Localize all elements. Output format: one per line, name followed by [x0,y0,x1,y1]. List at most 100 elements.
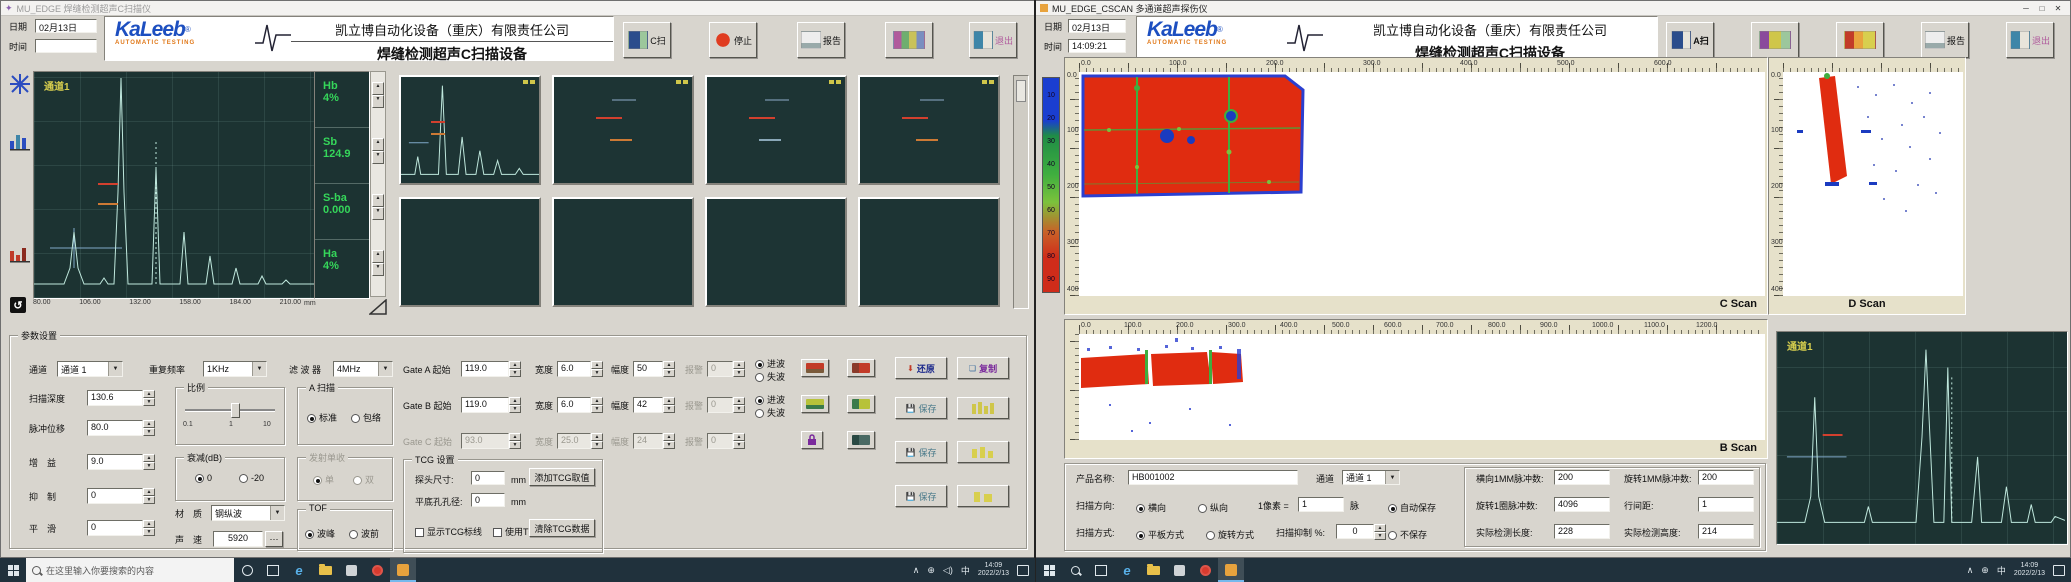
gate-a-amp-field[interactable]: 50 [633,361,663,377]
gate-b-start-field[interactable]: 119.0 [461,397,509,413]
tcg-clear-button[interactable]: 清除TCG数据 [529,519,595,537]
gate-b-width-field[interactable]: 6.0 [557,397,591,413]
gate-a-start-spinner[interactable]: ▲▼ [509,361,521,377]
mode-flat-radio[interactable]: 平板方式 [1136,528,1184,541]
angle-ruler-icon[interactable] [369,299,387,315]
taskbar-app-red[interactable] [1192,558,1218,582]
gate-b-enter-radio[interactable]: 进波 [755,393,785,406]
tof-front-radio[interactable]: 波前 [349,527,379,540]
ascan-standard-radio[interactable]: 标准 [307,411,337,424]
start-button[interactable] [0,558,26,582]
left-toolbar-report-button[interactable]: 报告 [797,22,845,58]
gate-c-start-spinner[interactable]: ▲▼ [509,433,521,449]
left-toolbar-stop-button[interactable]: 停止 [709,22,757,58]
scale-slider-handle[interactable] [231,403,240,418]
tray-network-icon[interactable]: ⊕ [1981,565,1989,576]
rot-pulse-field[interactable]: 200 [1698,470,1754,485]
mode-rotate-radio[interactable]: 旋转方式 [1206,528,1254,541]
gate-c-alarm-spinner[interactable]: ▲▼ [733,433,745,449]
gate-b-start-spinner[interactable]: ▲▼ [509,397,521,413]
tray-network-icon[interactable]: ⊕ [927,565,935,576]
action-center-icon[interactable] [2053,565,2065,576]
gate-c-width-spinner[interactable]: ▲▼ [591,433,603,449]
product-name-field[interactable]: HB001002 [1128,470,1298,485]
restore-button[interactable]: ⬇ 还原 [895,357,947,379]
taskbar-app-active[interactable] [390,558,416,582]
gate-a-color-button[interactable] [801,359,829,377]
pulse-shift-field[interactable]: 80.0 [87,420,143,436]
save-button-2[interactable]: 💾 保存 [895,441,947,463]
right-toolbar-cscan-button[interactable] [1836,22,1884,58]
taskbar-edge[interactable]: e [1114,558,1140,582]
tray-chevron-icon[interactable]: ∧ [1967,565,1974,576]
panel-scrollbar[interactable] [1013,75,1029,309]
left-toolbar-exit-button[interactable]: 退出 [969,22,1017,58]
minimize-button[interactable]: ─ [2018,2,2034,14]
taskbar-search[interactable]: 在这里输入你要搜索的内容 [26,558,234,582]
reading-ha-spinner[interactable]: ▲▼ [372,250,384,276]
gate-c-start-field[interactable]: 93.0 [461,433,509,449]
bottom-channel-select[interactable]: 通道 1▼ [1342,470,1400,485]
replay-button-3[interactable] [957,485,1009,507]
chevron-down-icon[interactable]: ▼ [1385,471,1399,484]
mini-panel-5[interactable] [399,197,541,307]
tray-chevron-icon[interactable]: ∧ [913,565,920,576]
suppress-spinner[interactable]: ▲▼ [1374,524,1386,539]
gain-spinner[interactable]: ▲▼ [143,454,155,470]
right-toolbar-ascan-button[interactable]: A扫 [1666,22,1714,58]
bscan-panel[interactable]: 0.0 100.0 200.0 300.0 400.0 500.0 600.0 … [1064,319,1768,459]
taskbar-edge[interactable]: e [286,558,312,582]
row-gap-field[interactable]: 1 [1698,497,1754,512]
dscan-panel[interactable]: 0.0 100.0 200.0 300.0 400.0 [1768,57,1966,315]
tcg-add-button[interactable]: 添加TCG取值 [529,468,595,486]
gate-a-style-button[interactable] [847,359,875,377]
histogram-red-icon[interactable] [9,241,31,263]
chevron-down-icon[interactable]: ▼ [252,362,266,376]
gate-a-alarm-spinner[interactable]: ▲▼ [733,361,745,377]
velocity-browse-button[interactable]: ⋯ [265,531,283,547]
scan-depth-spinner[interactable]: ▲▼ [143,390,155,406]
right-ascan-display[interactable]: 通道1 [1776,331,2068,545]
gate-b-amp-spinner[interactable]: ▲▼ [663,397,675,413]
taskbar-app-active[interactable] [1218,558,1244,582]
action-center-icon[interactable] [1017,565,1029,576]
tof-peak-radio[interactable]: 波峰 [305,527,335,540]
tx-dual-radio[interactable]: 双 [353,473,374,486]
left-toolbar-cscan-button[interactable]: C扫 [623,22,671,58]
atten-0-radio[interactable]: 0 [195,473,212,483]
gate-c-style-button[interactable] [847,431,875,449]
left-toolbar-palette-button[interactable] [885,22,933,58]
gate-c-alarm-field[interactable]: 0 [707,433,733,449]
prf-select[interactable]: 1KHz▼ [203,361,267,377]
smooth-spinner[interactable]: ▲▼ [143,520,155,536]
replay-button-2[interactable] [957,441,1009,463]
taskbar-clock[interactable]: 14:09 2022/2/13 [978,562,1009,578]
filter-select[interactable]: 4MHz▼ [333,361,393,377]
task-view-button[interactable] [260,558,286,582]
close-button[interactable]: ✕ [2050,2,2066,14]
gate-b-color-button[interactable] [801,395,829,413]
refresh-icon[interactable]: ↺ [10,297,26,313]
gate-a-width-spinner[interactable]: ▲▼ [591,361,603,377]
suppress-field[interactable]: 0 [1336,524,1374,539]
mini-panel-6[interactable] [552,197,694,307]
right-toolbar-bscan-button[interactable] [1751,22,1799,58]
gate-a-amp-spinner[interactable]: ▲▼ [663,361,675,377]
maximize-button[interactable]: □ [2034,2,2050,14]
gate-c-width-field[interactable]: 25.0 [557,433,591,449]
cortana-button[interactable] [234,558,260,582]
channel-select[interactable]: 通道 1▼ [57,361,123,377]
gate-b-style-button[interactable] [847,395,875,413]
mini-panel-1[interactable] [399,75,541,185]
height-field[interactable]: 214 [1698,524,1754,539]
cscan-panel[interactable]: 0.0 100.0 200.0 300.0 400.0 500.0 600.0 … [1064,57,1768,315]
search-button[interactable] [1062,558,1088,582]
pixel-field[interactable]: 1 [1298,497,1344,512]
material-select[interactable]: 钢纵波▼ [211,505,285,521]
reject-spinner[interactable]: ▲▼ [143,488,155,504]
save-button-3[interactable]: 💾 保存 [895,485,947,507]
tray-ime-indicator[interactable]: 中 [961,564,970,577]
chevron-down-icon[interactable]: ▼ [378,362,392,376]
gate-b-alarm-spinner[interactable]: ▲▼ [733,397,745,413]
gate-a-loss-radio[interactable]: 失波 [755,370,785,383]
